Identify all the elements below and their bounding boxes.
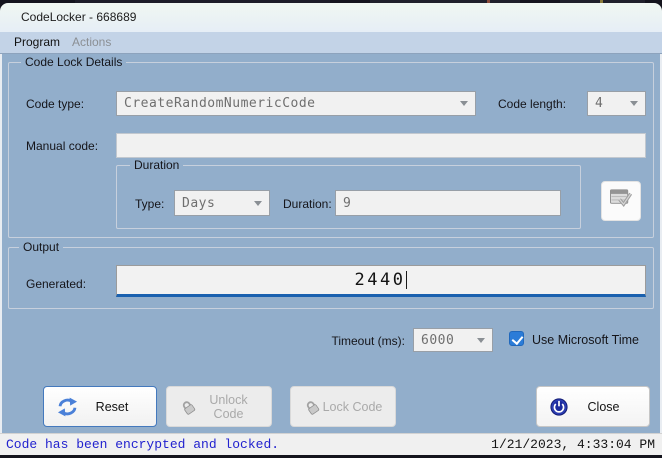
title-bar[interactable]: CodeLocker - 668689 [0, 3, 662, 32]
use-microsoft-time-checkbox[interactable] [509, 331, 524, 346]
chevron-down-icon [630, 101, 638, 106]
text-caret [406, 271, 408, 289]
status-message: Code has been encrypted and locked. [6, 437, 280, 452]
unlock-code-button-label: Unlock Code [209, 392, 248, 421]
reset-button-label: Reset [95, 399, 129, 414]
generated-label: Generated: [26, 277, 87, 291]
sync-icon [57, 397, 78, 417]
window-check-icon [609, 187, 634, 215]
duration-length-value: 9 [343, 195, 352, 211]
output-group: Output Generated: 2440 [8, 240, 654, 309]
generated-code-value: 2440 [354, 270, 406, 290]
duration-length-input[interactable]: 9 [335, 190, 561, 216]
duration-length-label: Duration: [283, 197, 332, 211]
chevron-down-icon [460, 101, 468, 106]
duration-group: Duration Type: Days Duration: 9 [116, 158, 581, 229]
codelocker-window: CodeLocker - 668689 Program Actions Code… [0, 0, 662, 458]
menu-item-program[interactable]: Program [8, 32, 66, 53]
reset-button[interactable]: Reset [43, 386, 157, 427]
lock-code-button-label: Lock Code [322, 399, 383, 414]
use-microsoft-time-label: Use Microsoft Time [532, 333, 639, 347]
unlock-code-button[interactable]: Unlock Code [166, 386, 272, 427]
menu-bar: Program Actions [0, 32, 662, 54]
validate-button[interactable] [601, 181, 641, 221]
manual-code-input[interactable] [116, 133, 646, 158]
duration-group-label: Duration [130, 158, 184, 172]
chevron-down-icon [254, 200, 262, 206]
timeout-combobox[interactable]: 6000 [413, 328, 493, 352]
close-button[interactable]: Close [536, 386, 650, 427]
duration-type-combobox[interactable]: Days [174, 190, 270, 216]
close-button-label: Close [587, 399, 620, 414]
manual-code-label: Manual code: [26, 139, 99, 153]
window-left-edge [0, 54, 2, 433]
code-length-value: 4 [595, 96, 604, 111]
lock-code-button[interactable]: Lock Code [290, 386, 396, 427]
code-length-combobox[interactable]: 4 [587, 91, 646, 116]
output-group-label: Output [19, 240, 64, 254]
code-lock-details-group: Code Lock Details Code type: CreateRando… [8, 55, 654, 238]
timeout-label: Timeout (ms): [331, 334, 405, 348]
code-length-label: Code length: [498, 97, 567, 111]
code-lock-details-group-label: Code Lock Details [21, 55, 127, 69]
power-icon [550, 397, 568, 416]
status-bar: Code has been encrypted and locked. 1/21… [0, 433, 662, 455]
chevron-down-icon [477, 337, 485, 343]
window-title: CodeLocker - 668689 [21, 10, 137, 24]
timeout-value: 6000 [421, 332, 455, 348]
status-timestamp: 1/21/2023, 4:33:04 PM [491, 437, 655, 452]
code-type-label: Code type: [26, 97, 85, 111]
code-type-combobox[interactable]: CreateRandomNumericCode [116, 91, 476, 116]
menu-item-actions[interactable]: Actions [66, 32, 117, 53]
code-type-value: CreateRandomNumericCode [124, 96, 316, 111]
duration-type-label: Type: [135, 197, 165, 211]
generated-code-input[interactable]: 2440 [116, 265, 646, 297]
duration-type-value: Days [182, 195, 216, 211]
